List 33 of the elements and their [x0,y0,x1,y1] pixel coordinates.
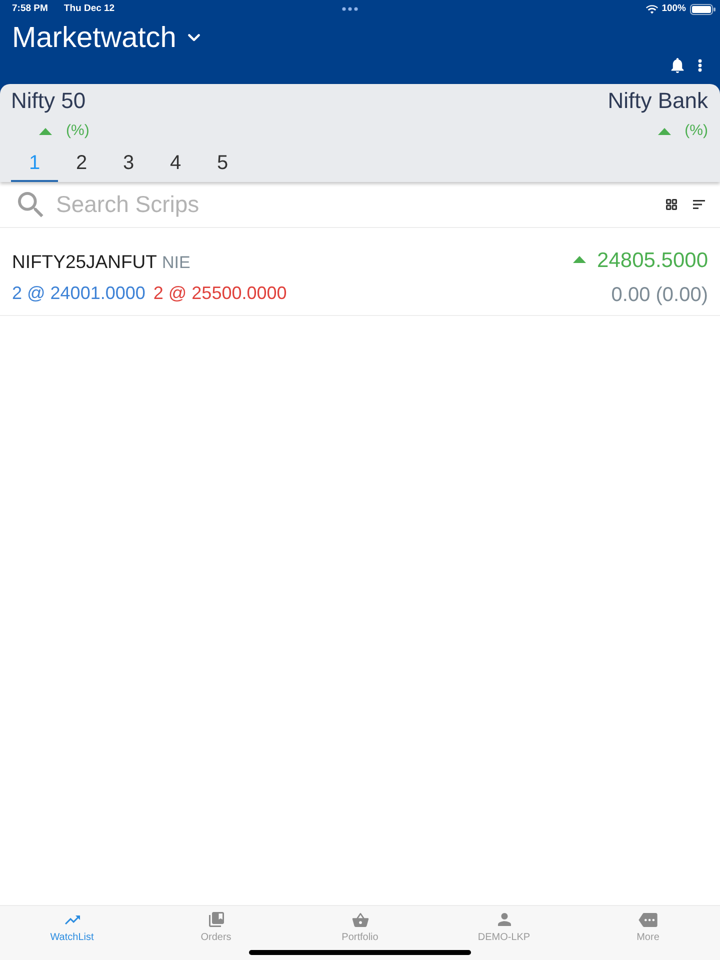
page-number-tab[interactable]: 2 [58,146,105,182]
person-icon [498,913,510,926]
search-field[interactable]: Search Scrips [56,190,646,220]
stacked-pages-icon [208,912,224,927]
index-name[interactable]: Nifty 50 [11,88,86,114]
price-change: 0.00 (0.00) [611,283,708,308]
index-name[interactable]: Nifty Bank [608,88,708,114]
page-number-tab[interactable]: 4 [152,146,199,182]
status-time: 7:58 PM [12,2,48,16]
index-change: (%) [684,121,708,141]
scrip-symbol: NIFTY25JANFUT [12,250,157,274]
wifi-icon [646,4,658,14]
more-icon [638,912,658,926]
status-date: Thu Dec 12 [64,2,115,16]
battery-percent: 100% [662,2,686,16]
basket-icon [352,912,368,926]
battery-icon [690,4,716,14]
last-price: 24805.5000 [597,248,708,274]
chevron-down-icon [188,34,200,42]
trending-up-icon [64,914,80,924]
bid-quote: 2 @ 24001.0000 [12,282,146,305]
exchange-label: NIE [162,252,190,274]
multitasking-dots-icon[interactable] [342,7,358,11]
page-number-tab[interactable]: 3 [105,146,152,182]
page-number-tab[interactable]: 5 [199,146,246,182]
notification-bell-icon[interactable] [671,58,684,73]
search-icon[interactable] [18,192,44,218]
sort-icon[interactable] [693,200,705,209]
grid-view-icon[interactable] [666,199,677,210]
index-change: (%) [66,121,90,141]
title-dropdown[interactable]: Marketwatch [12,21,200,55]
kebab-menu-icon[interactable] [698,59,702,72]
ask-quote: 2 @ 25500.0000 [153,282,287,305]
